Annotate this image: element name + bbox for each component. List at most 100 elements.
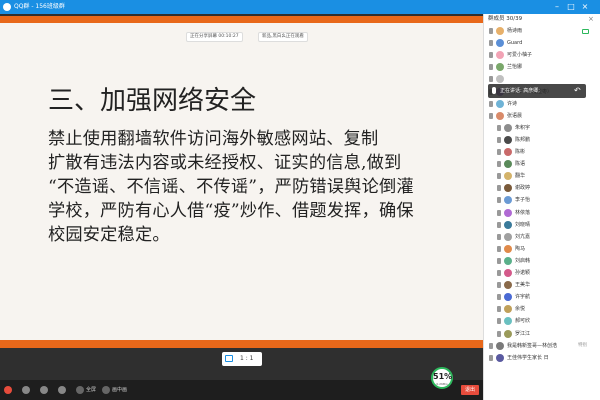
camera-on-icon: [582, 29, 589, 34]
avatar: [504, 244, 512, 253]
speaker-status-icon: [489, 76, 493, 83]
speaker-status-icon: [497, 318, 501, 325]
member-name: 陈语: [515, 161, 526, 168]
speaker-icon[interactable]: [22, 386, 30, 394]
member-row[interactable]: 陈彬: [484, 147, 600, 158]
zoom-control[interactable]: 1 : 1: [222, 352, 262, 366]
speaker-status-icon: [497, 257, 501, 264]
viewer-status: 新品,黑白幺正在观看: [258, 32, 308, 42]
microphone-icon[interactable]: [4, 386, 12, 394]
pip-icon[interactable]: [102, 386, 110, 394]
member-name: 陈彬: [515, 149, 526, 155]
member-row[interactable]: 郝可欣: [484, 316, 600, 327]
member-row[interactable]: 林依落: [484, 208, 600, 219]
member-name: 刘亢嘉: [515, 233, 531, 240]
member-row[interactable]: 可爱小柚子: [484, 50, 600, 61]
member-list: 杨诗雨Guard可爱小柚子兰怡娜李宗舜（木浅拉枣）许诗张语晨朱积宇陈邦鹏陈彬陈语…: [484, 26, 600, 400]
avatar: [504, 293, 512, 302]
avatar: [496, 99, 504, 108]
sidebar-close-icon[interactable]: ×: [588, 15, 594, 23]
member-name: 刘启韩: [515, 257, 531, 264]
member-row[interactable]: 孙诺颖: [484, 268, 600, 279]
member-name: 陶马: [515, 245, 526, 252]
member-row[interactable]: 陈语: [484, 159, 600, 170]
network-meter: 51% 0.2KB/s: [431, 367, 453, 389]
member-row[interactable]: 刘启韩: [484, 256, 600, 267]
member-row[interactable]: 罗江江: [484, 329, 600, 340]
member-row[interactable]: 刘亢嘉: [484, 232, 600, 243]
minimize-button[interactable]: –: [552, 2, 562, 12]
fullscreen-button[interactable]: 全屏: [86, 386, 96, 394]
member-row[interactable]: 朱积宇: [484, 123, 600, 134]
speaking-text: 正在讲话: 高彦卿;: [500, 88, 540, 94]
member-name: 许宇航: [515, 294, 531, 301]
avatar: [504, 256, 512, 265]
speaker-status-icon: [497, 136, 501, 143]
speaker-status-icon: [497, 185, 501, 192]
slide-line: “不造谣、不信谣、不传谣”，严防错误舆论倒灌: [48, 177, 414, 197]
network-speed: 0.2KB/s: [436, 382, 448, 386]
member-name: Guard: [507, 40, 523, 47]
window-titlebar: QQ群 - 156班级群 – □ ×: [0, 0, 600, 14]
avatar: [496, 75, 504, 84]
avatar: [496, 341, 504, 350]
slide-line: 禁止使用翻墙软件访问海外敏感网站、复制: [48, 129, 379, 149]
member-row[interactable]: 王美华: [484, 280, 600, 291]
member-row[interactable]: 翻华: [484, 171, 600, 182]
avatar: [504, 184, 512, 193]
speaker-status-icon: [497, 197, 501, 204]
undo-icon[interactable]: ↶: [574, 86, 581, 95]
speaker-status-icon: [489, 28, 493, 34]
member-name: 王佳伟学生家长 日: [507, 354, 549, 361]
maximize-button[interactable]: □: [566, 2, 576, 12]
camera-icon[interactable]: [40, 386, 48, 394]
member-name: 李子怡: [515, 197, 531, 204]
network-percent: 51%: [433, 372, 453, 381]
speaker-status-icon: [497, 245, 501, 252]
avatar: [504, 123, 512, 132]
mic-icon: [492, 87, 496, 94]
speaking-indicator: 正在讲话: 高彦卿; ↶: [488, 84, 586, 98]
avatar: [504, 172, 512, 181]
member-row[interactable]: Guard: [484, 38, 600, 49]
member-name: 孙诺颖: [515, 270, 531, 276]
avatar: [504, 148, 512, 156]
member-row[interactable]: 杨诗雨: [484, 26, 600, 37]
member-row[interactable]: 王佳伟学生家长 日: [484, 353, 600, 364]
avatar: [504, 329, 512, 338]
speaker-status-icon: [497, 173, 501, 180]
speaker-status-icon: [497, 221, 501, 228]
member-row[interactable]: 李子怡: [484, 195, 600, 206]
member-row[interactable]: 兰怡娜: [484, 62, 600, 73]
speaker-status-icon: [489, 100, 493, 107]
member-sidebar: 群成员 30/39 × 杨诗雨Guard可爱小柚子兰怡娜李宗舜（木浅拉枣）许诗张…: [483, 14, 600, 400]
member-row[interactable]: 许诗: [484, 99, 600, 110]
speaker-status-icon: [497, 124, 501, 131]
zoom-level: 1 : 1: [240, 355, 254, 362]
avatar: [504, 232, 512, 241]
member-name: 余悦: [515, 306, 526, 313]
member-row[interactable]: 陶马: [484, 244, 600, 255]
member-row[interactable]: 刘晓晴: [484, 220, 600, 231]
close-button[interactable]: ×: [580, 2, 590, 12]
slide-bottom-band: [0, 340, 483, 348]
speaker-status-icon: [489, 342, 493, 349]
share-screen-icon[interactable]: [58, 386, 66, 394]
member-name: 王美华: [515, 282, 531, 289]
member-row[interactable]: 谢政婷: [484, 183, 600, 194]
member-row[interactable]: 许宇航: [484, 292, 600, 303]
pip-button[interactable]: 画中画: [112, 386, 127, 394]
speaker-status-icon: [497, 161, 501, 168]
member-row[interactable]: 我是韩新签哥—林创浩 特别: [484, 341, 600, 352]
avatar: [496, 111, 504, 120]
speaker-status-icon: [497, 209, 501, 216]
member-row[interactable]: 张语晨: [484, 111, 600, 122]
avatar: [504, 160, 512, 169]
speaker-status-icon: [497, 233, 501, 240]
member-row[interactable]: 陈邦鹏: [484, 135, 600, 146]
speaker-status-icon: [497, 294, 501, 301]
member-row[interactable]: 余悦: [484, 304, 600, 315]
fullscreen-icon[interactable]: [76, 386, 84, 394]
screen-share-status: 正在分享屏幕 00:10:27: [186, 32, 243, 42]
exit-button[interactable]: 退出: [461, 385, 479, 395]
